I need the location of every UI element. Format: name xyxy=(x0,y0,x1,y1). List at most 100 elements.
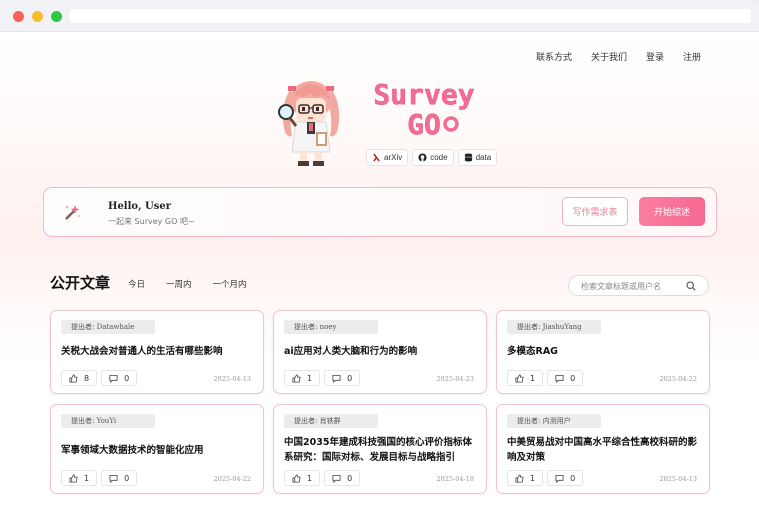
article-date: 2025-04-22 xyxy=(659,375,697,383)
like-count: 1 xyxy=(530,373,536,383)
svg-text:GO: GO xyxy=(407,108,441,138)
mascot-illustration xyxy=(278,81,340,166)
thumbs-up-icon xyxy=(69,473,78,483)
article-meta: 1 0 xyxy=(507,370,584,386)
thumbs-up-icon xyxy=(515,373,524,383)
comment-icon xyxy=(332,474,341,483)
article-card[interactable]: 提出者: 内测用户 中美贸易战对中国高水平综合性高校科研的影响及对策 1 0 2… xyxy=(496,404,710,494)
article-meta: 1 0 xyxy=(284,370,361,386)
magic-wand-icon xyxy=(65,205,80,220)
welcome-title: Hello, User xyxy=(108,201,172,212)
like-button[interactable]: 8 xyxy=(61,370,98,386)
article-title[interactable]: 军事领域大数据技术的智能化应用 xyxy=(61,443,257,458)
article-title[interactable]: 中美贸易战对中国高水平综合性高校科研的影响及对策 xyxy=(507,435,703,465)
article-author: 提出者: 肖铁群 xyxy=(284,414,378,428)
article-card[interactable]: 提出者: YouYi 军事领域大数据技术的智能化应用 1 0 2025-04-2… xyxy=(50,404,264,494)
article-author: 提出者: Datawhale xyxy=(61,320,155,334)
article-meta: 1 0 xyxy=(61,470,138,486)
database-icon xyxy=(464,153,472,162)
like-button[interactable]: 1 xyxy=(284,470,321,486)
comment-icon xyxy=(332,374,341,383)
article-card[interactable]: 提出者: noey ai应用对人类大脑和行为的影响 1 0 2025-04-23 xyxy=(273,310,487,394)
comment-button[interactable]: 0 xyxy=(324,370,361,386)
like-count: 1 xyxy=(84,473,90,483)
comment-icon xyxy=(109,374,118,383)
comment-icon xyxy=(555,474,564,483)
article-title[interactable]: 中国2035年建成科技强国的核心评价指标体系研究：国际对标、发展目标与战略指引 xyxy=(284,435,480,465)
welcome-subtitle: 一起来 Survey GO 吧~ xyxy=(108,217,195,226)
comment-count: 0 xyxy=(570,373,576,383)
public-articles-heading: 公开文章 xyxy=(50,274,111,292)
code-link-label: code xyxy=(430,153,448,162)
article-search-input[interactable] xyxy=(581,280,681,292)
comment-count: 0 xyxy=(570,473,576,483)
comment-icon xyxy=(109,474,118,483)
article-date: 2025-04-13 xyxy=(213,375,251,383)
arxiv-link[interactable]: arXiv xyxy=(366,149,409,166)
github-icon xyxy=(418,153,427,162)
article-date: 2025-04-18 xyxy=(436,475,474,483)
like-button[interactable]: 1 xyxy=(284,370,321,386)
like-button[interactable]: 1 xyxy=(507,470,544,486)
window-titlebar xyxy=(0,0,759,32)
article-meta: 8 0 xyxy=(61,370,138,386)
comment-count: 0 xyxy=(347,373,353,383)
article-date: 2025-04-22 xyxy=(213,475,251,483)
thumbs-up-icon xyxy=(292,373,301,383)
requirements-form-button[interactable]: 写作需求表 xyxy=(562,197,628,226)
nav-register-link[interactable]: 注册 xyxy=(683,50,701,63)
comment-button[interactable]: 0 xyxy=(101,370,138,386)
filter-month-tab[interactable]: 一个月内 xyxy=(213,278,247,290)
comment-button[interactable]: 0 xyxy=(547,370,584,386)
article-author: 提出者: JiashuYang xyxy=(507,320,601,334)
time-filter-tabs: 今日 一周内 一个月内 xyxy=(128,278,268,290)
thumbs-up-icon xyxy=(69,373,78,383)
code-link[interactable]: code xyxy=(412,149,454,166)
article-title[interactable]: 多模态RAG xyxy=(507,344,703,359)
comment-button[interactable]: 0 xyxy=(101,470,138,486)
comment-count: 0 xyxy=(124,473,130,483)
article-author: 提出者: YouYi xyxy=(61,414,155,428)
article-card[interactable]: 提出者: Datawhale 关税大战会对普通人的生活有哪些影响 8 0 202… xyxy=(50,310,264,394)
welcome-card: Hello, User 一起来 Survey GO 吧~ 写作需求表 开始综述 xyxy=(43,187,717,237)
article-author: 提出者: 内测用户 xyxy=(507,414,601,428)
top-nav: 联系方式 关于我们 登录 注册 xyxy=(517,50,701,63)
browser-window: 联系方式 关于我们 登录 注册 Survey GO arXiv code dat… xyxy=(0,0,759,506)
article-card[interactable]: 提出者: 肖铁群 中国2035年建成科技强国的核心评价指标体系研究：国际对标、发… xyxy=(273,404,487,494)
like-button[interactable]: 1 xyxy=(61,470,98,486)
like-count: 1 xyxy=(307,373,313,383)
article-author: 提出者: noey xyxy=(284,320,378,334)
data-link-label: data xyxy=(475,153,492,162)
arxiv-icon xyxy=(373,153,380,162)
article-meta: 1 0 xyxy=(507,470,584,486)
filter-week-tab[interactable]: 一周内 xyxy=(166,278,192,290)
close-window-button[interactable] xyxy=(13,11,24,22)
article-title[interactable]: ai应用对人类大脑和行为的影响 xyxy=(284,344,480,359)
nav-login-link[interactable]: 登录 xyxy=(646,50,664,63)
comment-button[interactable]: 0 xyxy=(547,470,584,486)
start-survey-button[interactable]: 开始综述 xyxy=(639,197,705,226)
svg-text:Survey: Survey xyxy=(373,78,474,111)
like-button[interactable]: 1 xyxy=(507,370,544,386)
comment-count: 0 xyxy=(124,373,130,383)
article-title[interactable]: 关税大战会对普通人的生活有哪些影响 xyxy=(61,344,257,359)
article-card[interactable]: 提出者: JiashuYang 多模态RAG 1 0 2025-04-22 xyxy=(496,310,710,394)
like-count: 1 xyxy=(307,473,313,483)
thumbs-up-icon xyxy=(292,473,301,483)
article-date: 2025-04-23 xyxy=(436,375,474,383)
arxiv-link-label: arXiv xyxy=(384,153,403,162)
like-count: 1 xyxy=(530,473,536,483)
resource-links: arXiv code data xyxy=(366,149,498,166)
maximize-window-button[interactable] xyxy=(51,11,62,22)
data-link[interactable]: data xyxy=(457,149,498,166)
nav-about-link[interactable]: 关于我们 xyxy=(591,50,627,63)
comment-icon xyxy=(555,374,564,383)
nav-contact-link[interactable]: 联系方式 xyxy=(536,50,572,63)
search-icon[interactable] xyxy=(686,281,696,291)
address-bar[interactable] xyxy=(70,9,751,23)
comment-count: 0 xyxy=(347,473,353,483)
filter-today-tab[interactable]: 今日 xyxy=(128,278,145,290)
minimize-window-button[interactable] xyxy=(32,11,43,22)
comment-button[interactable]: 0 xyxy=(324,470,361,486)
survey-go-logo: Survey GO xyxy=(373,78,475,138)
